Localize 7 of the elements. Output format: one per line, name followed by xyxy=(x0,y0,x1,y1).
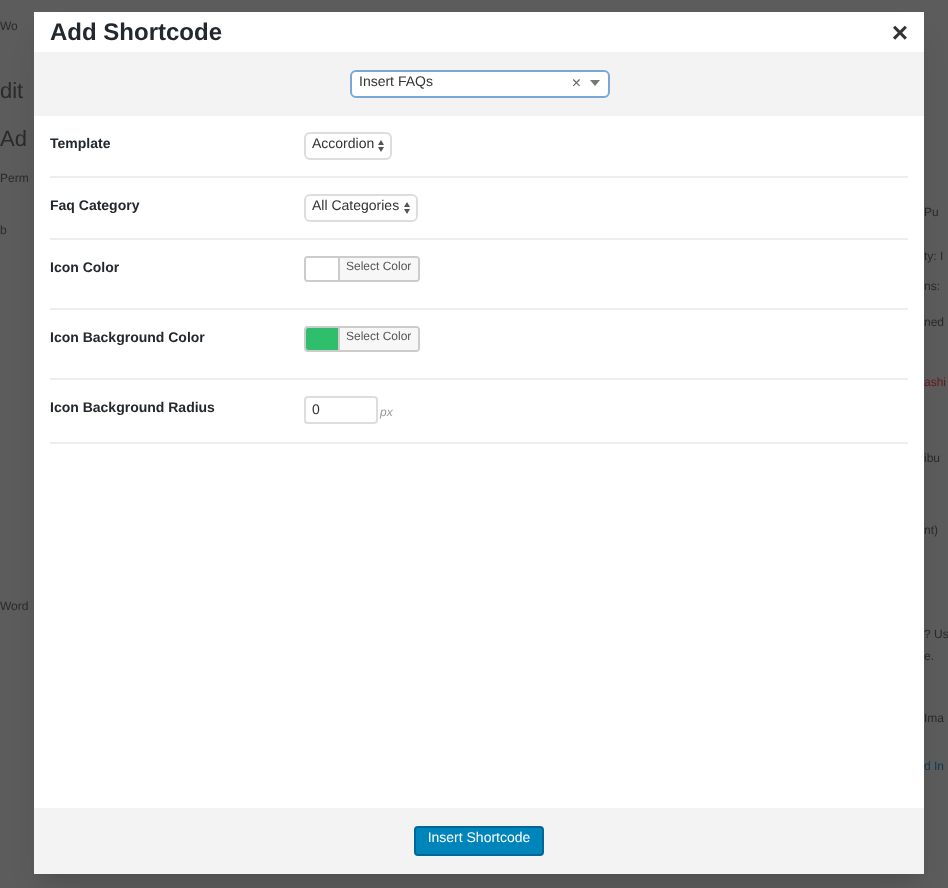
close-button[interactable]: × xyxy=(891,18,908,46)
dropdown-arrow-icon xyxy=(589,80,599,88)
color-swatch[interactable] xyxy=(306,328,338,350)
dialog-title: Add Shortcode xyxy=(50,16,222,50)
up-down-arrows-icon xyxy=(403,202,410,214)
up-down-arrows-icon xyxy=(378,140,385,152)
clear-button[interactable]: × xyxy=(571,72,581,96)
